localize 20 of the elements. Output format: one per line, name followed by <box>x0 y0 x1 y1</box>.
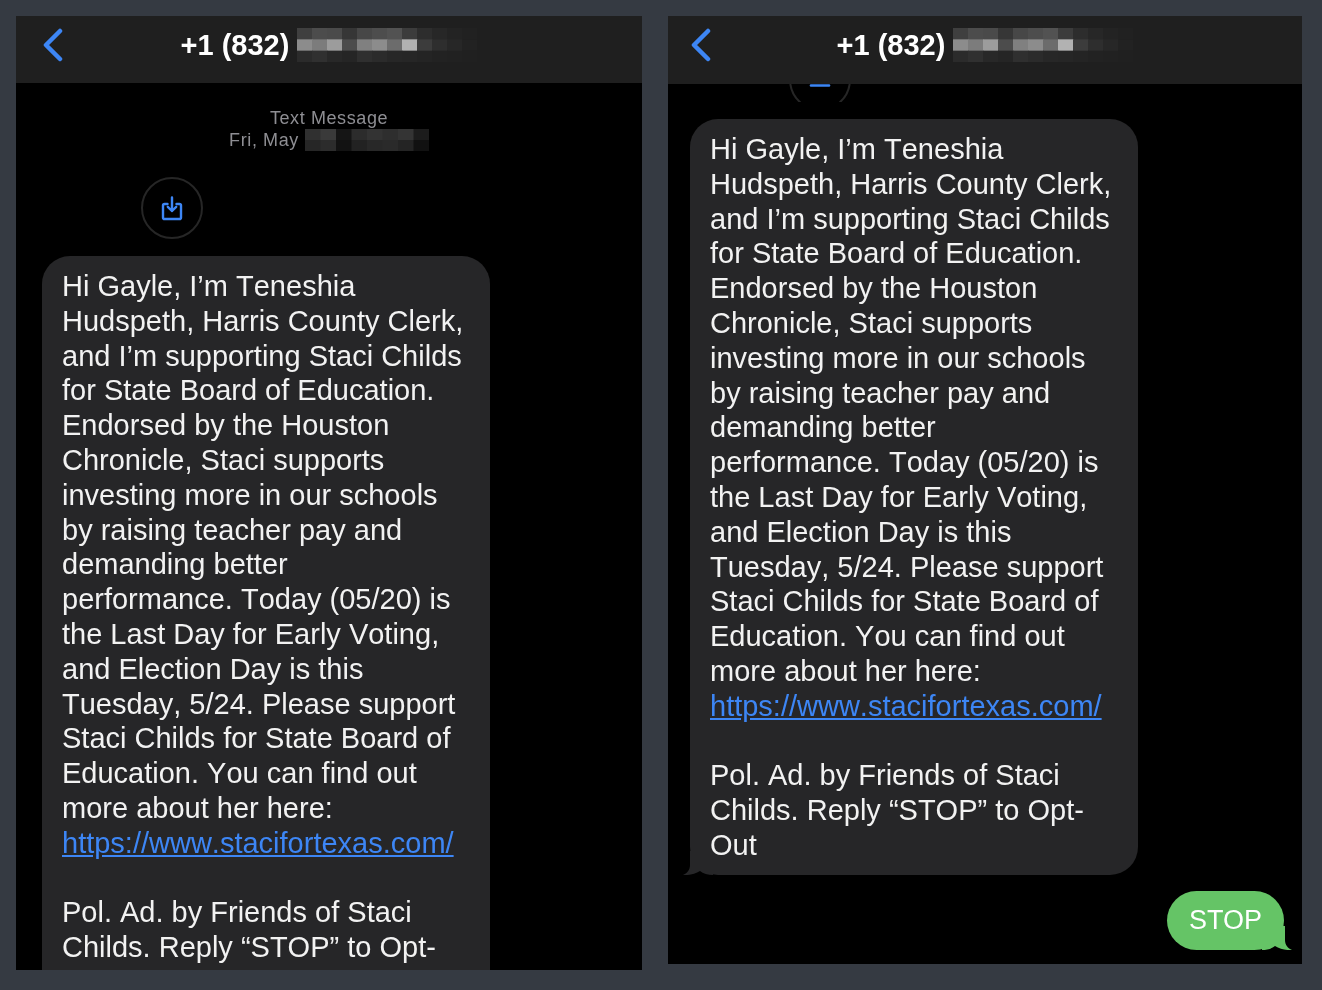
download-icon <box>160 195 184 221</box>
message-link[interactable]: https://www.stacifortexas.com/ <box>62 826 454 859</box>
sent-message-bubble: STOP <box>1166 890 1292 950</box>
date-label: Fri, May <box>229 129 299 151</box>
message-text: Hi Gayle, I’m Teneshia Hudspeth, Harris County Clerk, and I’m supporting Staci Childs for State Board of Education. Endorsed by the Houston Chronicle, Staci supports investing more in our schools by raising teacher pay and demanding better performance. Today (05/20) is the Last Day for Early Voting, and Election Day is this Tuesday, 5/24. Please support Staci Childs for State Board of Education. You can find out more about her here: https://www.stacifortexas.com/ <box>710 132 1113 724</box>
ring-icon[interactable] <box>789 84 851 102</box>
bubble-tail-icon <box>1262 925 1292 950</box>
bubble-tail-icon <box>683 850 713 875</box>
chevron-left-icon <box>690 28 712 62</box>
message-text: Hi Gayle, I’m Teneshia Hudspeth, Harris County Clerk, and I’m supporting Staci Childs for State Board of Education. Endorsed by the Houston Chronicle, Staci supports investing more in our schools by raising teacher pay and demanding better performance. Today (05/20) is the Last Day for Early Voting, and Election Day is this Tuesday, 5/24. Please support Staci Childs for State Board of Education. You can find out more about her here: https://www.stacifortexas.com/ <box>62 269 465 861</box>
contact-title: +1 (832) <box>836 28 946 62</box>
message-text: Pol. Ad. by Friends of Staci Childs. Reply “STOP” to Opt-Out <box>710 758 1085 863</box>
message-link[interactable]: https://www.stacifortexas.com/ <box>710 689 1102 722</box>
chevron-left-icon <box>42 28 64 62</box>
back-button[interactable] <box>42 28 64 62</box>
message-text: Pol. Ad. by Friends of Staci Childs. Reply “STOP” to Opt- <box>62 895 437 965</box>
download-button[interactable] <box>141 177 203 239</box>
contact-title: +1 (832) <box>180 28 290 62</box>
back-button[interactable] <box>690 28 712 62</box>
message-type-label: Text Message <box>269 107 389 129</box>
